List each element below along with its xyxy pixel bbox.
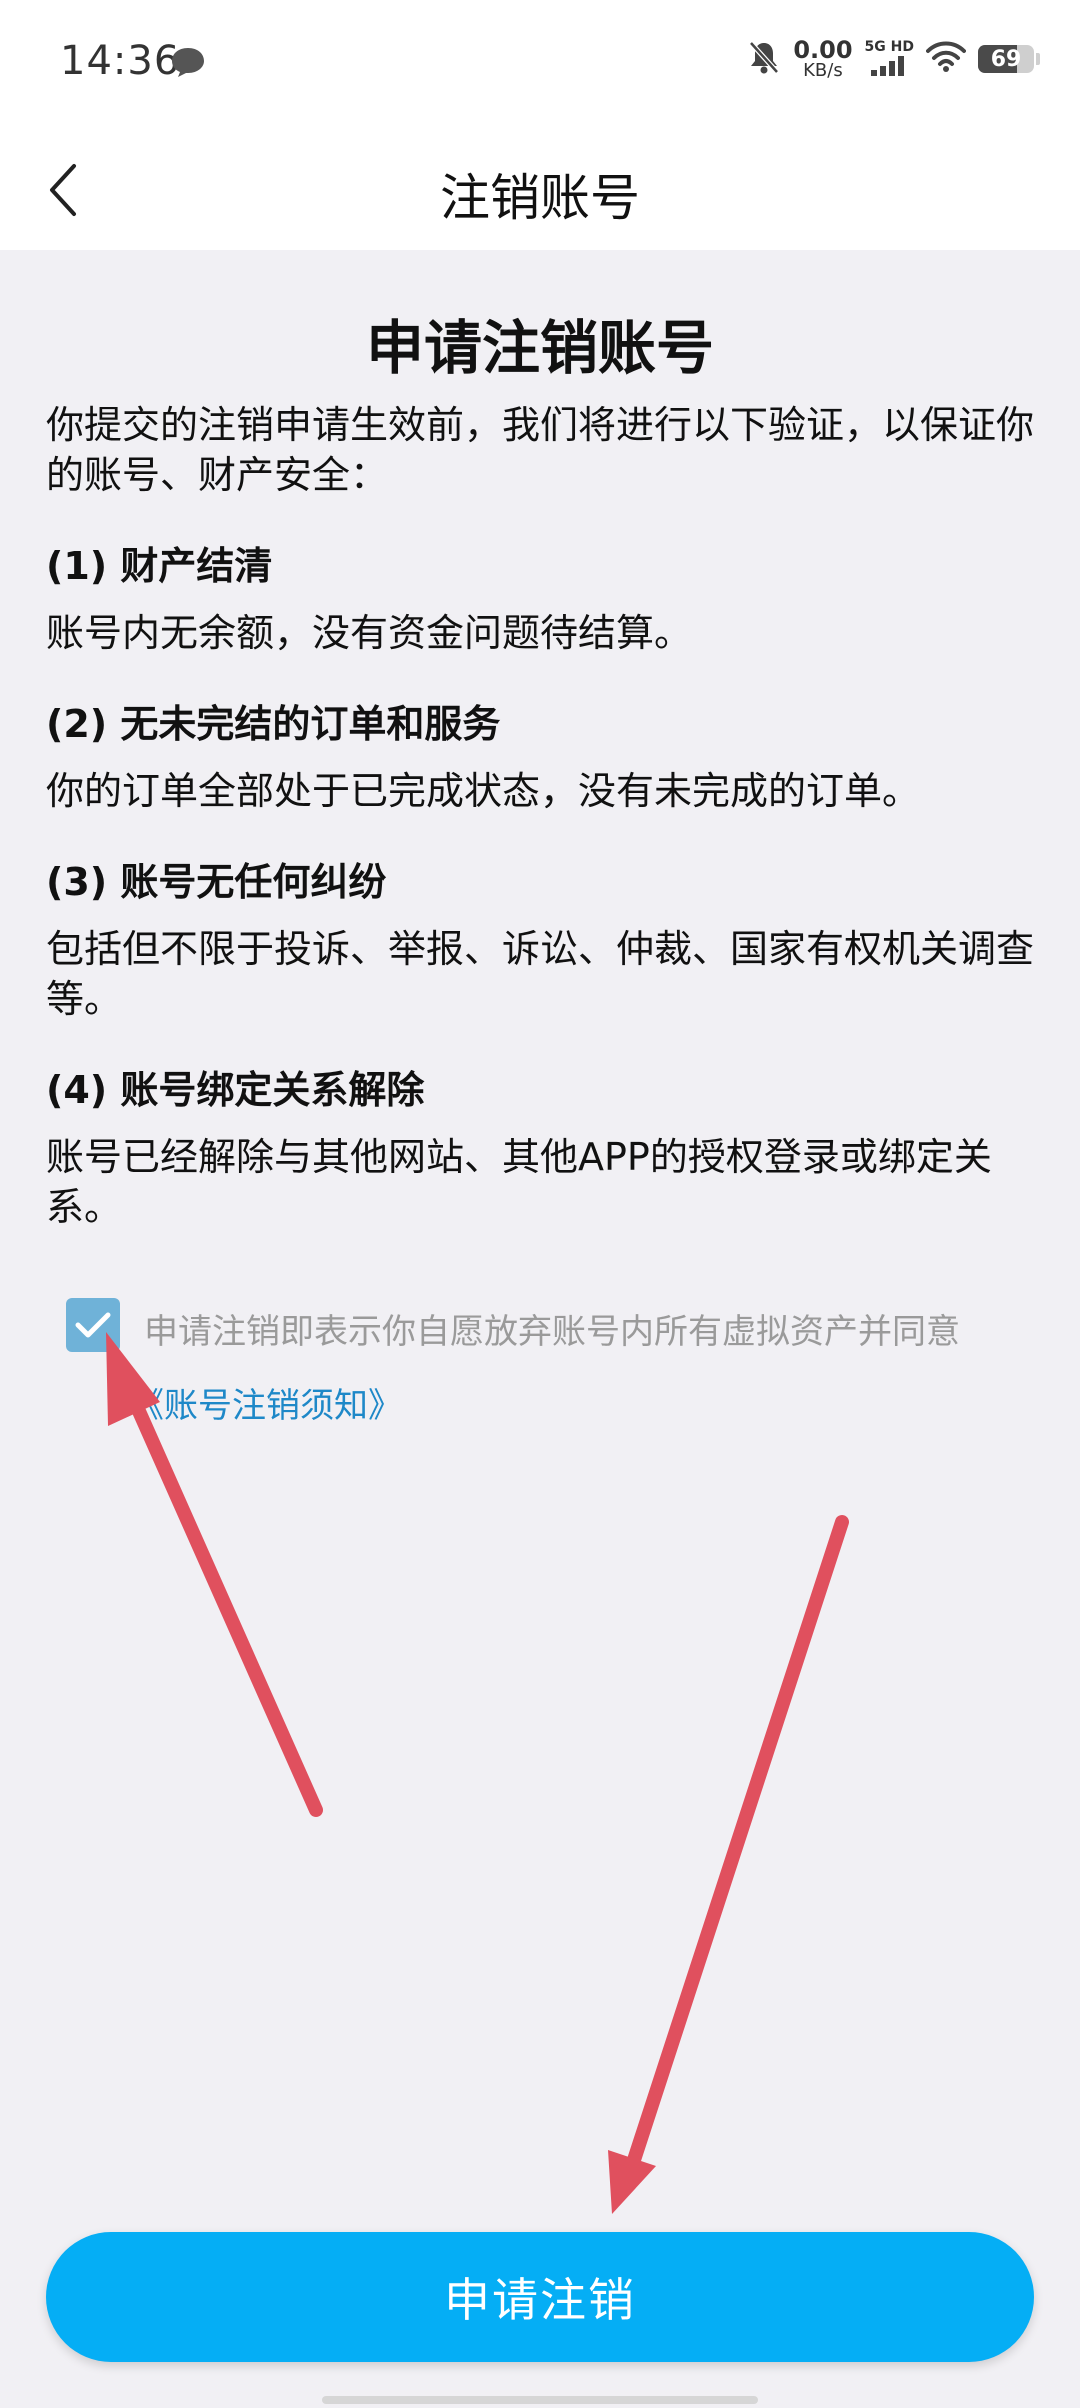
section-title: (1) 财产结清	[46, 543, 273, 588]
main-heading: 申请注销账号	[365, 314, 714, 382]
battery-icon: 69	[978, 45, 1034, 73]
section-orders: (2) 无未完结的订单和服务 你的订单全部处于已完成状态，没有未完成的订单。	[46, 694, 1034, 816]
page-title: 注销账号	[440, 169, 640, 227]
section-title: (4) 账号绑定关系解除	[46, 1067, 425, 1112]
home-indicator[interactable]	[322, 2396, 758, 2404]
section-bindings: (4) 账号绑定关系解除 账号已经解除与其他网站、其他APP的授权登录或绑定关系…	[46, 1060, 1034, 1232]
section-body: 包括但不限于投诉、举报、诉讼、仲裁、国家有权机关调查等。	[46, 926, 1035, 1021]
section-body: 你的订单全部处于已完成状态，没有未完成的订单。	[46, 768, 921, 813]
submit-cancel-account-button[interactable]: 申请注销	[46, 2232, 1034, 2362]
network-speed-value: 0.00	[793, 36, 853, 64]
section-body: 账号已经解除与其他网站、其他APP的授权登录或绑定关系。	[46, 1134, 992, 1229]
agreement-checkbox[interactable]	[66, 1298, 120, 1352]
intro-text: 你提交的注销申请生效前，我们将进行以下验证，以保证你的账号、财产安全：	[46, 402, 1035, 497]
main-content: 申请注销账号 你提交的注销申请生效前，我们将进行以下验证，以保证你的账号、财产安…	[46, 250, 1034, 1232]
agreement-text: 申请注销即表示你自愿放弃账号内所有虚拟资产并同意	[144, 1312, 960, 1352]
section-disputes: (3) 账号无任何纠纷 包括但不限于投诉、举报、诉讼、仲裁、国家有权机关调查等。	[46, 852, 1034, 1024]
status-bar: 14:36 0.00 KB/s 5G HD 69	[0, 0, 1080, 130]
nav-bar: 注销账号	[0, 130, 1080, 250]
section-title: (2) 无未完结的订单和服务	[46, 701, 501, 746]
battery-level: 69	[990, 46, 1022, 72]
network-type-hd: HD	[890, 38, 914, 55]
section-body: 账号内无余额，没有资金问题待结算。	[46, 610, 693, 655]
message-icon	[170, 46, 206, 82]
status-right-group: 0.00 KB/s 5G HD 69	[747, 38, 1040, 80]
signal-icon	[871, 55, 907, 79]
wifi-icon	[926, 41, 966, 77]
mute-bell-icon	[747, 39, 781, 79]
agreement-link[interactable]: 《账号注销须知》	[130, 1378, 402, 1427]
arrow-to-submit	[608, 1515, 849, 2214]
status-time: 14:36	[60, 38, 181, 84]
network-speed: 0.00 KB/s	[793, 38, 852, 80]
network-speed-unit: KB/s	[803, 60, 843, 81]
battery-tip	[1036, 53, 1040, 65]
network-type-5g: 5G	[864, 38, 886, 55]
network-type: 5G HD	[865, 40, 914, 79]
checkmark-icon	[75, 1312, 111, 1338]
section-title: (3) 账号无任何纠纷	[46, 859, 387, 904]
section-assets: (1) 财产结清 账号内无余额，没有资金问题待结算。	[46, 536, 1034, 658]
